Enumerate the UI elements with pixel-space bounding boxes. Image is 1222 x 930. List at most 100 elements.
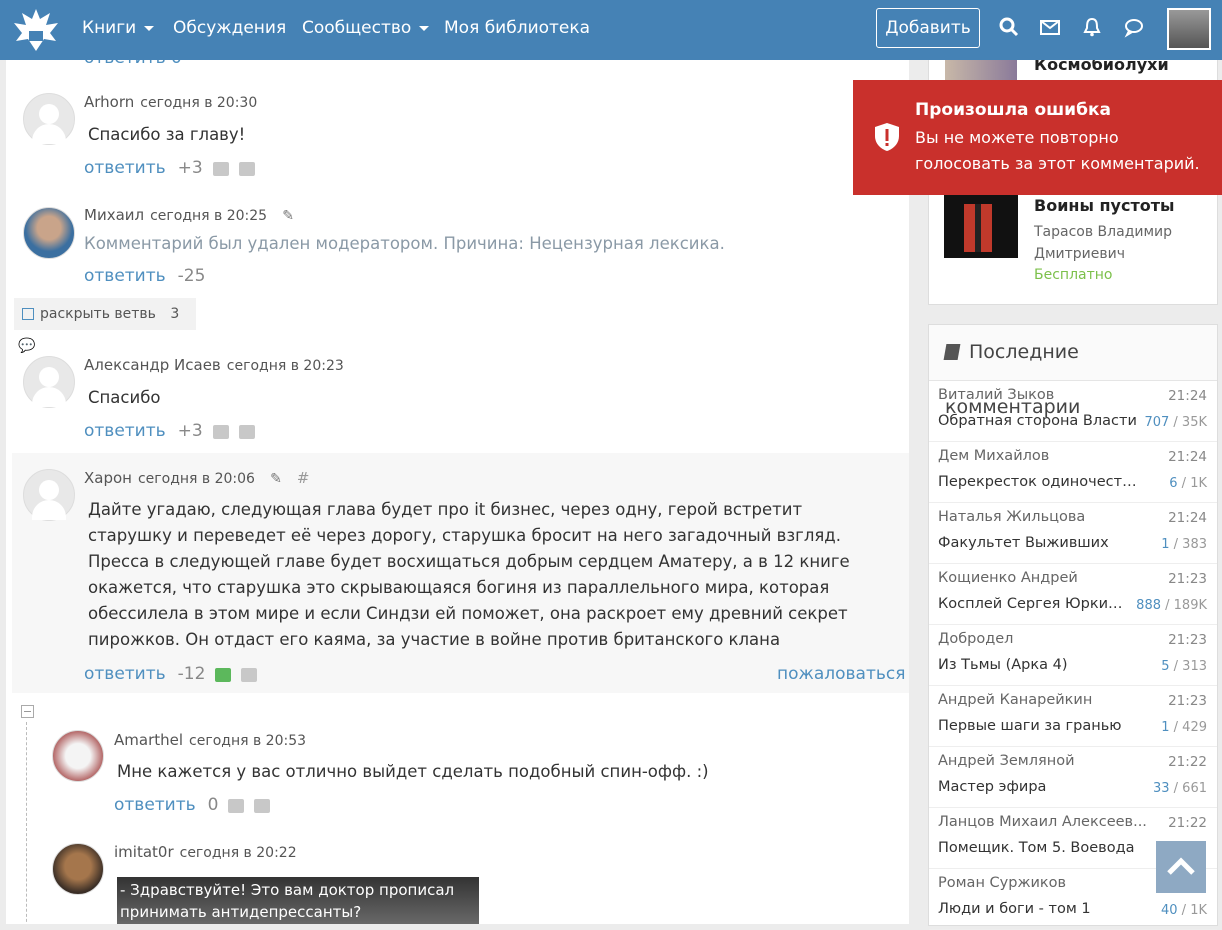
book-link[interactable]: Из Тьмы (Арка 4) bbox=[938, 657, 1138, 673]
comment-time[interactable]: сегодня в 20:23 bbox=[227, 358, 344, 374]
comment-author[interactable]: Харон bbox=[84, 469, 132, 487]
edit-pencil-icon[interactable]: ✎ bbox=[270, 471, 282, 487]
partial-reply-row: ответить 0 bbox=[84, 60, 182, 68]
expand-branch-button[interactable]: раскрыть ветвь 3 💬 bbox=[14, 298, 196, 354]
comment-score: -25 bbox=[177, 266, 206, 286]
nav-community[interactable]: Сообщество bbox=[302, 16, 430, 40]
comment-user[interactable]: Ланцов Михаил Алексеев... bbox=[938, 814, 1147, 830]
avatar[interactable] bbox=[23, 207, 75, 259]
report-link[interactable]: пожаловаться bbox=[777, 664, 905, 684]
reply-link[interactable]: ответить bbox=[84, 266, 166, 286]
thumbs-up-icon[interactable] bbox=[212, 161, 229, 176]
book-cover[interactable] bbox=[944, 188, 1018, 258]
avatar[interactable] bbox=[23, 469, 75, 521]
book-title[interactable]: Воины пустоты bbox=[1034, 196, 1174, 215]
comment-user[interactable]: Андрей Земляной bbox=[938, 753, 1075, 769]
chat-icon[interactable] bbox=[1123, 16, 1145, 38]
thumbs-down-icon[interactable] bbox=[241, 667, 258, 682]
comment-author[interactable]: Михаил bbox=[84, 206, 144, 224]
comment-time[interactable]: сегодня в 20:25 bbox=[150, 208, 267, 224]
list-item[interactable]: Андрей Канарейкин 21:23 Первые шаги за гра… bbox=[929, 686, 1217, 747]
list-item[interactable]: Наталья Жильцова 21:24 Факультет Выживших 1… bbox=[929, 503, 1217, 564]
book-link[interactable]: Люди и боги - том 1 bbox=[938, 901, 1138, 917]
thumbs-up-icon[interactable] bbox=[212, 424, 229, 439]
user-avatar[interactable] bbox=[1167, 8, 1211, 50]
thumbs-down-icon[interactable] bbox=[238, 161, 255, 176]
thumbs-down-icon[interactable] bbox=[254, 798, 271, 813]
comment-user[interactable]: Добродел bbox=[938, 631, 1013, 647]
reply-link[interactable]: ответить bbox=[84, 421, 166, 441]
book-link[interactable]: Перекресток одиночеств... bbox=[938, 474, 1138, 490]
book-link[interactable]: Косплей Сергея Юркина.... bbox=[938, 596, 1128, 612]
comment-count: 5 / 313 bbox=[1161, 659, 1207, 674]
list-item[interactable]: Андрей Земляной 21:22 Мастер эфира 33 / 661 bbox=[929, 747, 1217, 808]
nav-my-library[interactable]: Моя библиотека bbox=[444, 16, 590, 40]
comment-user[interactable]: Кощиенко Андрей bbox=[938, 570, 1078, 586]
comment-user[interactable]: Андрей Канарейкин bbox=[938, 692, 1092, 708]
comment-header: Харон сегодня в 20:06 ✎ # bbox=[84, 468, 309, 487]
comment-time[interactable]: сегодня в 20:30 bbox=[140, 95, 257, 111]
avatar[interactable] bbox=[52, 730, 104, 782]
comment-actions: ответить 0 bbox=[114, 795, 271, 815]
book-link[interactable]: Первые шаги за гранью bbox=[938, 718, 1138, 734]
list-item[interactable]: Дем Михайлов 21:24 Перекресток одиночеств.… bbox=[929, 442, 1217, 503]
comment-count: 888 / 189K bbox=[1136, 598, 1207, 613]
deleted-comment-text: Комментарий был удален модератором. Прич… bbox=[84, 234, 725, 253]
permalink-hash[interactable]: # bbox=[297, 469, 310, 487]
comment-author[interactable]: Amarthel bbox=[114, 731, 183, 749]
reply-link[interactable]: ответить bbox=[84, 158, 166, 178]
error-toast[interactable]: Произошла ошибка Вы не можете повторно г… bbox=[853, 80, 1222, 195]
comment-time[interactable]: сегодня в 20:22 bbox=[180, 845, 297, 861]
thumbs-down-icon[interactable] bbox=[238, 424, 255, 439]
thumbs-up-icon[interactable] bbox=[228, 798, 245, 813]
avatar[interactable] bbox=[23, 356, 75, 408]
nav-discussions[interactable]: Обсуждения bbox=[173, 16, 286, 40]
avatar[interactable] bbox=[52, 843, 104, 895]
comment-time[interactable]: сегодня в 20:06 bbox=[138, 471, 255, 487]
comment-user[interactable]: Дем Михайлов bbox=[938, 448, 1049, 464]
reply-link[interactable]: ответить 0 bbox=[84, 60, 182, 68]
comment-image[interactable]: - Здравствуйте! Это вам доктор прописал … bbox=[117, 877, 479, 924]
comment-count: 1 / 429 bbox=[1161, 720, 1207, 735]
collapse-thread-icon[interactable] bbox=[21, 705, 34, 718]
comment-user[interactable]: Роман Суржиков bbox=[938, 875, 1066, 891]
list-item[interactable]: Добродел 21:23 Из Тьмы (Арка 4) 5 / 313 bbox=[929, 625, 1217, 686]
comment-actions: ответить -12 bbox=[84, 664, 258, 684]
comment-author[interactable]: imitat0r bbox=[114, 843, 174, 861]
comment-score: -12 bbox=[177, 664, 206, 684]
comment-user[interactable]: Виталий Зыков bbox=[938, 387, 1054, 403]
list-item[interactable]: Виталий Зыков 21:24 Обратная сторона Власт… bbox=[929, 381, 1217, 442]
bell-icon[interactable] bbox=[1081, 16, 1103, 38]
comment-author[interactable]: Arhorn bbox=[84, 93, 134, 111]
reply-link[interactable]: ответить bbox=[114, 795, 196, 815]
thumbs-up-icon[interactable] bbox=[215, 667, 232, 682]
site-logo-icon[interactable] bbox=[10, 5, 62, 55]
book-link[interactable]: Факультет Выживших bbox=[938, 535, 1138, 551]
mail-icon[interactable] bbox=[1039, 16, 1061, 38]
search-icon[interactable] bbox=[998, 16, 1020, 38]
last-comments-header: Последние комментарии bbox=[929, 325, 1217, 418]
comment-user[interactable]: Наталья Жильцова bbox=[938, 509, 1085, 525]
comment-time: 21:23 bbox=[1168, 571, 1207, 587]
shield-alert-icon bbox=[875, 123, 899, 151]
book-link[interactable]: Мастер эфира bbox=[938, 779, 1138, 795]
expand-branch-label: раскрыть ветвь bbox=[40, 306, 156, 322]
avatar[interactable] bbox=[23, 93, 75, 145]
comment-count: 1 / 383 bbox=[1161, 537, 1207, 552]
scroll-to-top-button[interactable] bbox=[1156, 841, 1206, 893]
reply-link[interactable]: ответить bbox=[84, 664, 166, 684]
comment-count: 40 / 1K bbox=[1161, 903, 1207, 918]
comment-header: Amarthel сегодня в 20:53 bbox=[114, 730, 306, 749]
top-navbar: Книги Обсуждения Сообщество Моя библиоте… bbox=[0, 0, 1222, 60]
nav-books[interactable]: Книги bbox=[82, 16, 155, 40]
comment-count: 707 / 35K bbox=[1144, 415, 1207, 430]
comment-time: 21:23 bbox=[1168, 632, 1207, 648]
book-link[interactable]: Помещик. Том 5. Воевода bbox=[938, 840, 1138, 856]
comment-author[interactable]: Александр Исаев bbox=[84, 356, 221, 374]
comment-time[interactable]: сегодня в 20:53 bbox=[189, 733, 306, 749]
book-link[interactable]: Обратная сторона Власти bbox=[938, 413, 1138, 429]
book-author[interactable]: Тарасов Владимир Дмитриевич bbox=[1034, 221, 1204, 265]
list-item[interactable]: Кощиенко Андрей 21:23 Косплей Сергея Юркин… bbox=[929, 564, 1217, 625]
edit-pencil-icon[interactable]: ✎ bbox=[282, 208, 294, 224]
add-button[interactable]: Добавить bbox=[876, 8, 980, 48]
